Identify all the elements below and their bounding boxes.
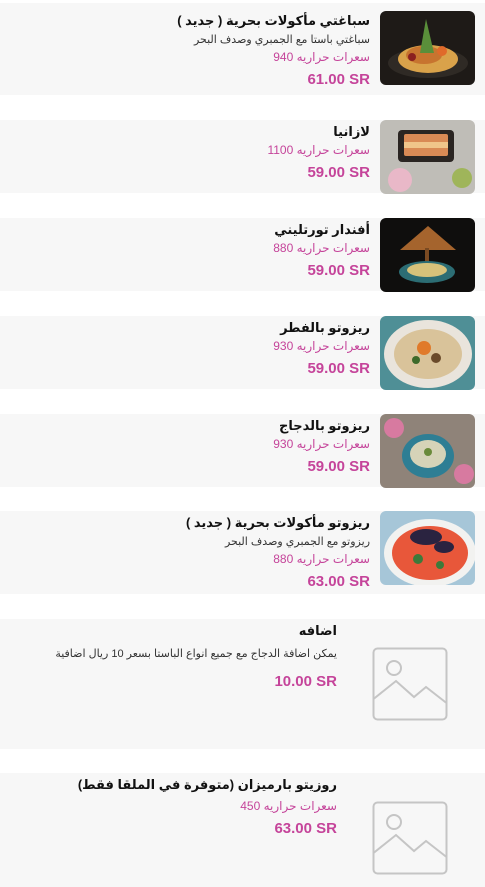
menu-item-info: أفندار تورتليني سعرات حراريه 880 59.00 S… <box>40 221 370 281</box>
image-placeholder-icon <box>372 647 448 721</box>
menu-item-card[interactable]: روزيتو بارميزان (متوفرة في الملقا فقط) س… <box>0 773 485 887</box>
seafood-risotto-photo[interactable] <box>380 511 475 585</box>
menu-item-calories: سعرات حراريه 930 <box>273 437 370 451</box>
menu-item-name: لازانيا <box>333 124 370 139</box>
menu-item-calories: سعرات حراريه 1100 <box>267 143 370 157</box>
menu-item-price: 63.00 SR <box>307 573 370 590</box>
menu-item-price: 59.00 SR <box>307 458 370 475</box>
menu-item-info: لازانيا سعرات حراريه 1100 59.00 SR <box>40 123 370 183</box>
menu-item-card[interactable]: سباغتي مأكولات بحرية ( جديد ) سباغتي باس… <box>0 3 485 95</box>
menu-item-card[interactable]: أفندار تورتليني سعرات حراريه 880 59.00 S… <box>0 218 485 292</box>
menu-item-info: ريزوتو مأكولات بحرية ( جديد ) ريزوتو مع … <box>40 514 370 592</box>
seafood-pasta-photo[interactable] <box>380 11 475 85</box>
tortellini-photo[interactable] <box>380 218 475 292</box>
menu-item-name: روزيتو بارميزان (متوفرة في الملقا فقط) <box>77 777 337 792</box>
menu-item-card[interactable]: ريزوتو بالدجاج سعرات حراريه 930 59.00 SR <box>0 414 485 488</box>
menu-item-name: أفندار تورتليني <box>274 222 370 237</box>
menu-item-calories: سعرات حراريه 930 <box>273 339 370 353</box>
lasagna-photo[interactable] <box>380 120 475 194</box>
menu-item-price: 61.00 SR <box>307 71 370 88</box>
menu-item-card[interactable]: ريزوتو مأكولات بحرية ( جديد ) ريزوتو مع … <box>0 511 485 594</box>
menu-item-price: 63.00 SR <box>274 820 337 837</box>
menu-item-description: سباغتي باستا مع الجمبري وصدف البحر <box>193 34 370 46</box>
menu-item-calories: سعرات حراريه 450 <box>240 799 337 813</box>
menu-item-description: يمكن اضافة الدجاج مع جميع انواع الباستا … <box>55 648 337 660</box>
menu-item-description: ريزوتو مع الجمبري وصدف البحر <box>224 536 370 548</box>
mushroom-risotto-photo[interactable] <box>380 316 475 390</box>
chicken-risotto-photo[interactable] <box>380 414 475 488</box>
menu-item-info: سباغتي مأكولات بحرية ( جديد ) سباغتي باس… <box>40 12 370 90</box>
menu-item-card[interactable]: ريزوتو بالفطر سعرات حراريه 930 59.00 SR <box>0 316 485 390</box>
menu-item-name: ريزوتو بالفطر <box>280 320 370 335</box>
menu-item-info: ريزوتو بالدجاج سعرات حراريه 930 59.00 SR <box>40 417 370 477</box>
menu-item-price: 59.00 SR <box>307 360 370 377</box>
menu-item-card[interactable]: اضافه يمكن اضافة الدجاج مع جميع انواع ال… <box>0 619 485 749</box>
menu-item-calories: سعرات حراريه 880 <box>273 241 370 255</box>
menu-item-calories: سعرات حراريه 880 <box>273 552 370 566</box>
image-placeholder-icon <box>372 801 448 875</box>
menu-item-calories: سعرات حراريه 940 <box>273 50 370 64</box>
menu-item-name: سباغتي مأكولات بحرية ( جديد ) <box>177 13 370 28</box>
menu-item-info: ريزوتو بالفطر سعرات حراريه 930 59.00 SR <box>40 319 370 379</box>
menu-item-price: 10.00 SR <box>274 673 337 690</box>
menu-item-info: اضافه يمكن اضافة الدجاج مع جميع انواع ال… <box>7 622 337 692</box>
menu-item-card[interactable]: لازانيا سعرات حراريه 1100 59.00 SR <box>0 120 485 194</box>
menu-item-name: ريزوتو بالدجاج <box>279 418 370 433</box>
menu-item-price: 59.00 SR <box>307 262 370 279</box>
menu-item-info: روزيتو بارميزان (متوفرة في الملقا فقط) س… <box>7 776 337 839</box>
menu-item-name: ريزوتو مأكولات بحرية ( جديد ) <box>185 515 370 530</box>
menu-item-price: 59.00 SR <box>307 164 370 181</box>
menu-item-name: اضافه <box>298 623 337 638</box>
